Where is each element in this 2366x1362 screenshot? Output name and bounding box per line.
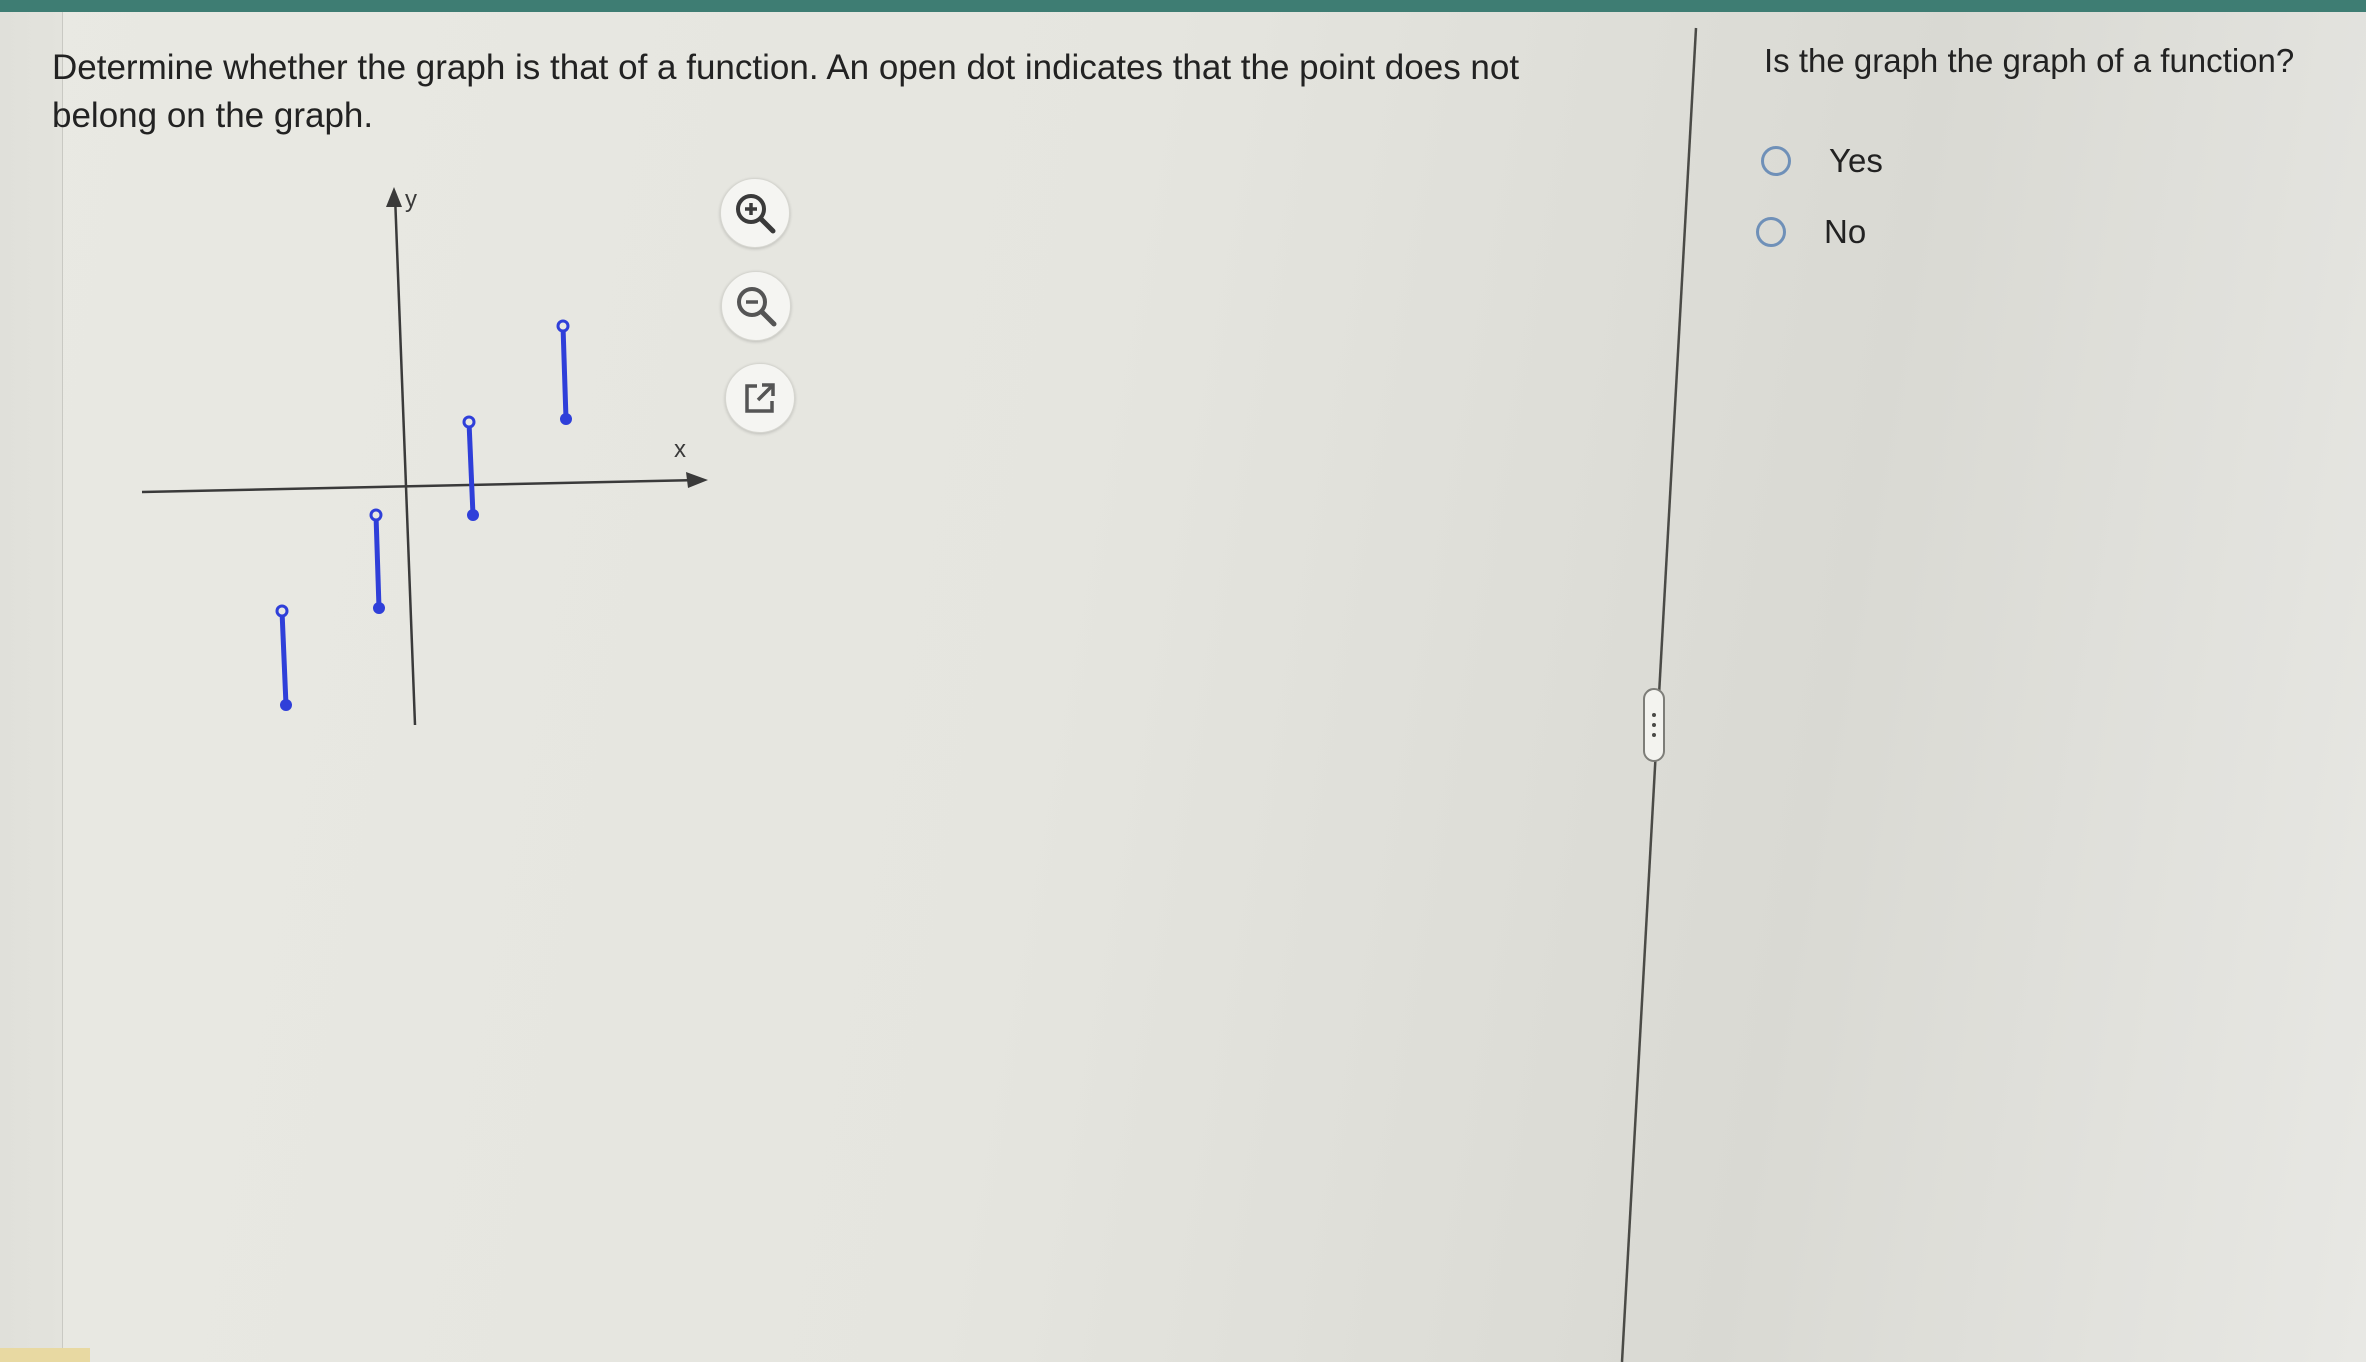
option-no[interactable]: No [1756,213,1866,251]
pane-resize-handle[interactable] [1643,688,1665,762]
segment-line [560,325,569,420]
external-link-icon [745,383,775,413]
y-axis-label: y [405,186,417,213]
open-in-new-window-button[interactable] [725,363,795,433]
question-prompt: Determine whether the graph is that of a… [52,48,1520,135]
closed-dot [467,509,479,521]
radio-button-no[interactable] [1756,217,1786,247]
segment-line [466,421,476,516]
x-axis [141,478,701,494]
segment-line [279,610,289,706]
graph-segment [275,604,292,711]
closed-dot [373,602,385,614]
left-gutter-accent [0,1348,90,1362]
graph-segment [369,508,385,614]
option-no-label: No [1824,213,1867,250]
open-dot [462,415,476,429]
top-accent-bar [0,0,2366,12]
zoom-out-button[interactable] [721,271,791,341]
option-yes-label: Yes [1829,142,1883,179]
open-dot [369,508,383,522]
x-axis-label: x [674,436,686,463]
closed-dot [560,413,572,425]
open-dot [275,604,289,618]
left-gutter [0,12,63,1362]
radio-button-yes[interactable] [1761,146,1791,176]
answer-question: Is the graph the graph of a function? [1764,42,2295,79]
function-graph: y x [141,186,708,726]
open-dot [556,319,570,333]
zoom-in-button[interactable] [720,178,790,248]
zoom-out-icon [737,287,777,327]
option-yes[interactable]: Yes [1761,142,1883,180]
y-axis-arrow [386,187,402,207]
segment-line [373,514,382,609]
graph-segment [462,415,479,521]
zoom-in-icon [736,194,776,234]
x-axis-arrow [686,472,708,488]
y-axis [393,194,417,726]
graph-segment [556,319,572,425]
closed-dot [280,699,292,711]
